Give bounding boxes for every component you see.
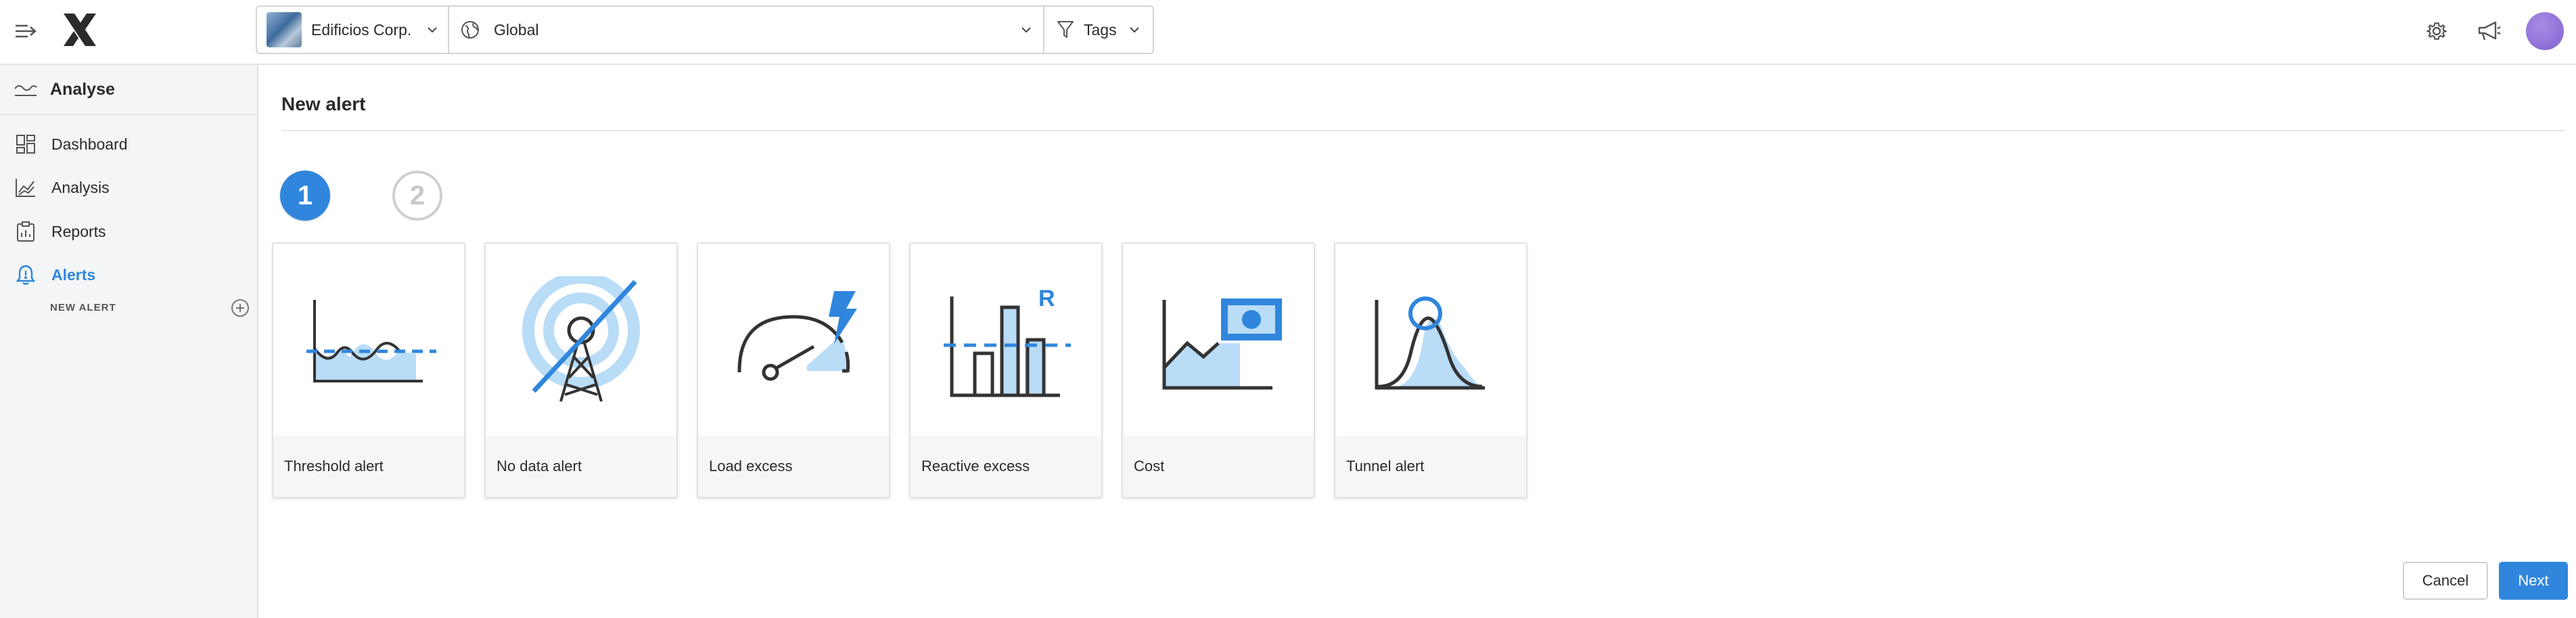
clipboard-icon [14, 221, 38, 242]
reactive-bars-icon: R [944, 286, 1071, 397]
alert-card-reactive-excess[interactable]: R Reactive excess [909, 242, 1103, 498]
sidebar-item-dashboard[interactable]: Dashboard [14, 134, 128, 154]
chevron-down-icon [428, 27, 437, 33]
user-avatar[interactable] [2526, 12, 2564, 50]
add-circle-icon[interactable] [230, 298, 250, 318]
alert-card-cost[interactable]: Cost [1122, 242, 1315, 498]
alert-card-no-data[interactable]: No data alert [484, 242, 678, 498]
company-name: Edificios Corp. [311, 20, 412, 39]
top-bar: Edificios Corp. Global Tags [0, 0, 2576, 65]
sidebar-subitem-new-alert[interactable]: NEW ALERT [50, 302, 116, 313]
sidebar: Analyse Dashboard Analysis Reports Alert… [0, 65, 258, 618]
alert-card-tunnel[interactable]: Tunnel alert [1334, 242, 1527, 498]
no-data-tower-icon [522, 276, 640, 402]
sidebar-section-analyse[interactable]: Analyse [14, 80, 115, 100]
region-name: Global [494, 20, 539, 39]
company-selector[interactable]: Edificios Corp. [257, 7, 449, 53]
reactive-badge: R [1038, 286, 1055, 311]
alert-card-label: Cost [1123, 436, 1314, 497]
region-selector[interactable]: Global [449, 7, 1044, 53]
next-button[interactable]: Next [2499, 562, 2568, 600]
filter-icon [1057, 21, 1074, 38]
line-chart-icon [14, 177, 38, 198]
page-title: New alert [281, 93, 366, 114]
alert-card-label: Threshold alert [273, 436, 464, 497]
sidebar-section-title: Analyse [50, 80, 115, 99]
globe-icon [461, 21, 479, 39]
alert-card-label: Tunnel alert [1335, 436, 1526, 497]
alert-type-cards: Threshold alert No data alert Load exces… [272, 242, 1527, 498]
title-divider [281, 130, 2565, 131]
alert-card-label: Load excess [698, 436, 889, 497]
alert-card-threshold[interactable]: Threshold alert [272, 242, 465, 498]
company-thumbnail [267, 12, 302, 47]
sidebar-item-label: Alerts [51, 265, 96, 284]
alert-card-label: No data alert [486, 436, 676, 497]
alert-card-label: Reactive excess [911, 436, 1101, 497]
context-selector-group: Edificios Corp. Global Tags [256, 5, 1154, 54]
dashboard-icon [14, 134, 38, 154]
sidebar-item-analysis[interactable]: Analysis [14, 177, 110, 198]
step-indicator-1: 1 [280, 171, 330, 221]
sidebar-item-label: Analysis [51, 178, 110, 196]
gauge-lightning-icon [737, 291, 857, 381]
megaphone-icon[interactable] [2476, 15, 2503, 47]
cancel-button[interactable]: Cancel [2403, 562, 2488, 600]
tunnel-curve-icon [1375, 296, 1485, 390]
cost-money-icon [1162, 299, 1282, 390]
bell-icon [14, 264, 38, 286]
tags-label: Tags [1084, 20, 1117, 39]
alert-card-load-excess[interactable]: Load excess [697, 242, 890, 498]
threshold-alert-icon [306, 300, 436, 382]
logo[interactable] [60, 9, 100, 50]
chevron-down-icon [1130, 27, 1139, 33]
sidebar-divider [0, 114, 257, 115]
chevron-down-icon [1021, 27, 1031, 33]
sidebar-item-reports[interactable]: Reports [14, 221, 106, 242]
step-indicator-2: 2 [392, 171, 442, 221]
settings-gear-icon[interactable] [2424, 15, 2449, 47]
sidebar-item-alerts[interactable]: Alerts [14, 264, 95, 286]
sidebar-item-label: Dashboard [51, 135, 128, 153]
menu-toggle-icon[interactable] [12, 18, 39, 45]
sidebar-item-label: Reports [51, 222, 106, 240]
tags-filter[interactable]: Tags [1044, 7, 1153, 53]
analyse-wave-icon [14, 85, 37, 96]
